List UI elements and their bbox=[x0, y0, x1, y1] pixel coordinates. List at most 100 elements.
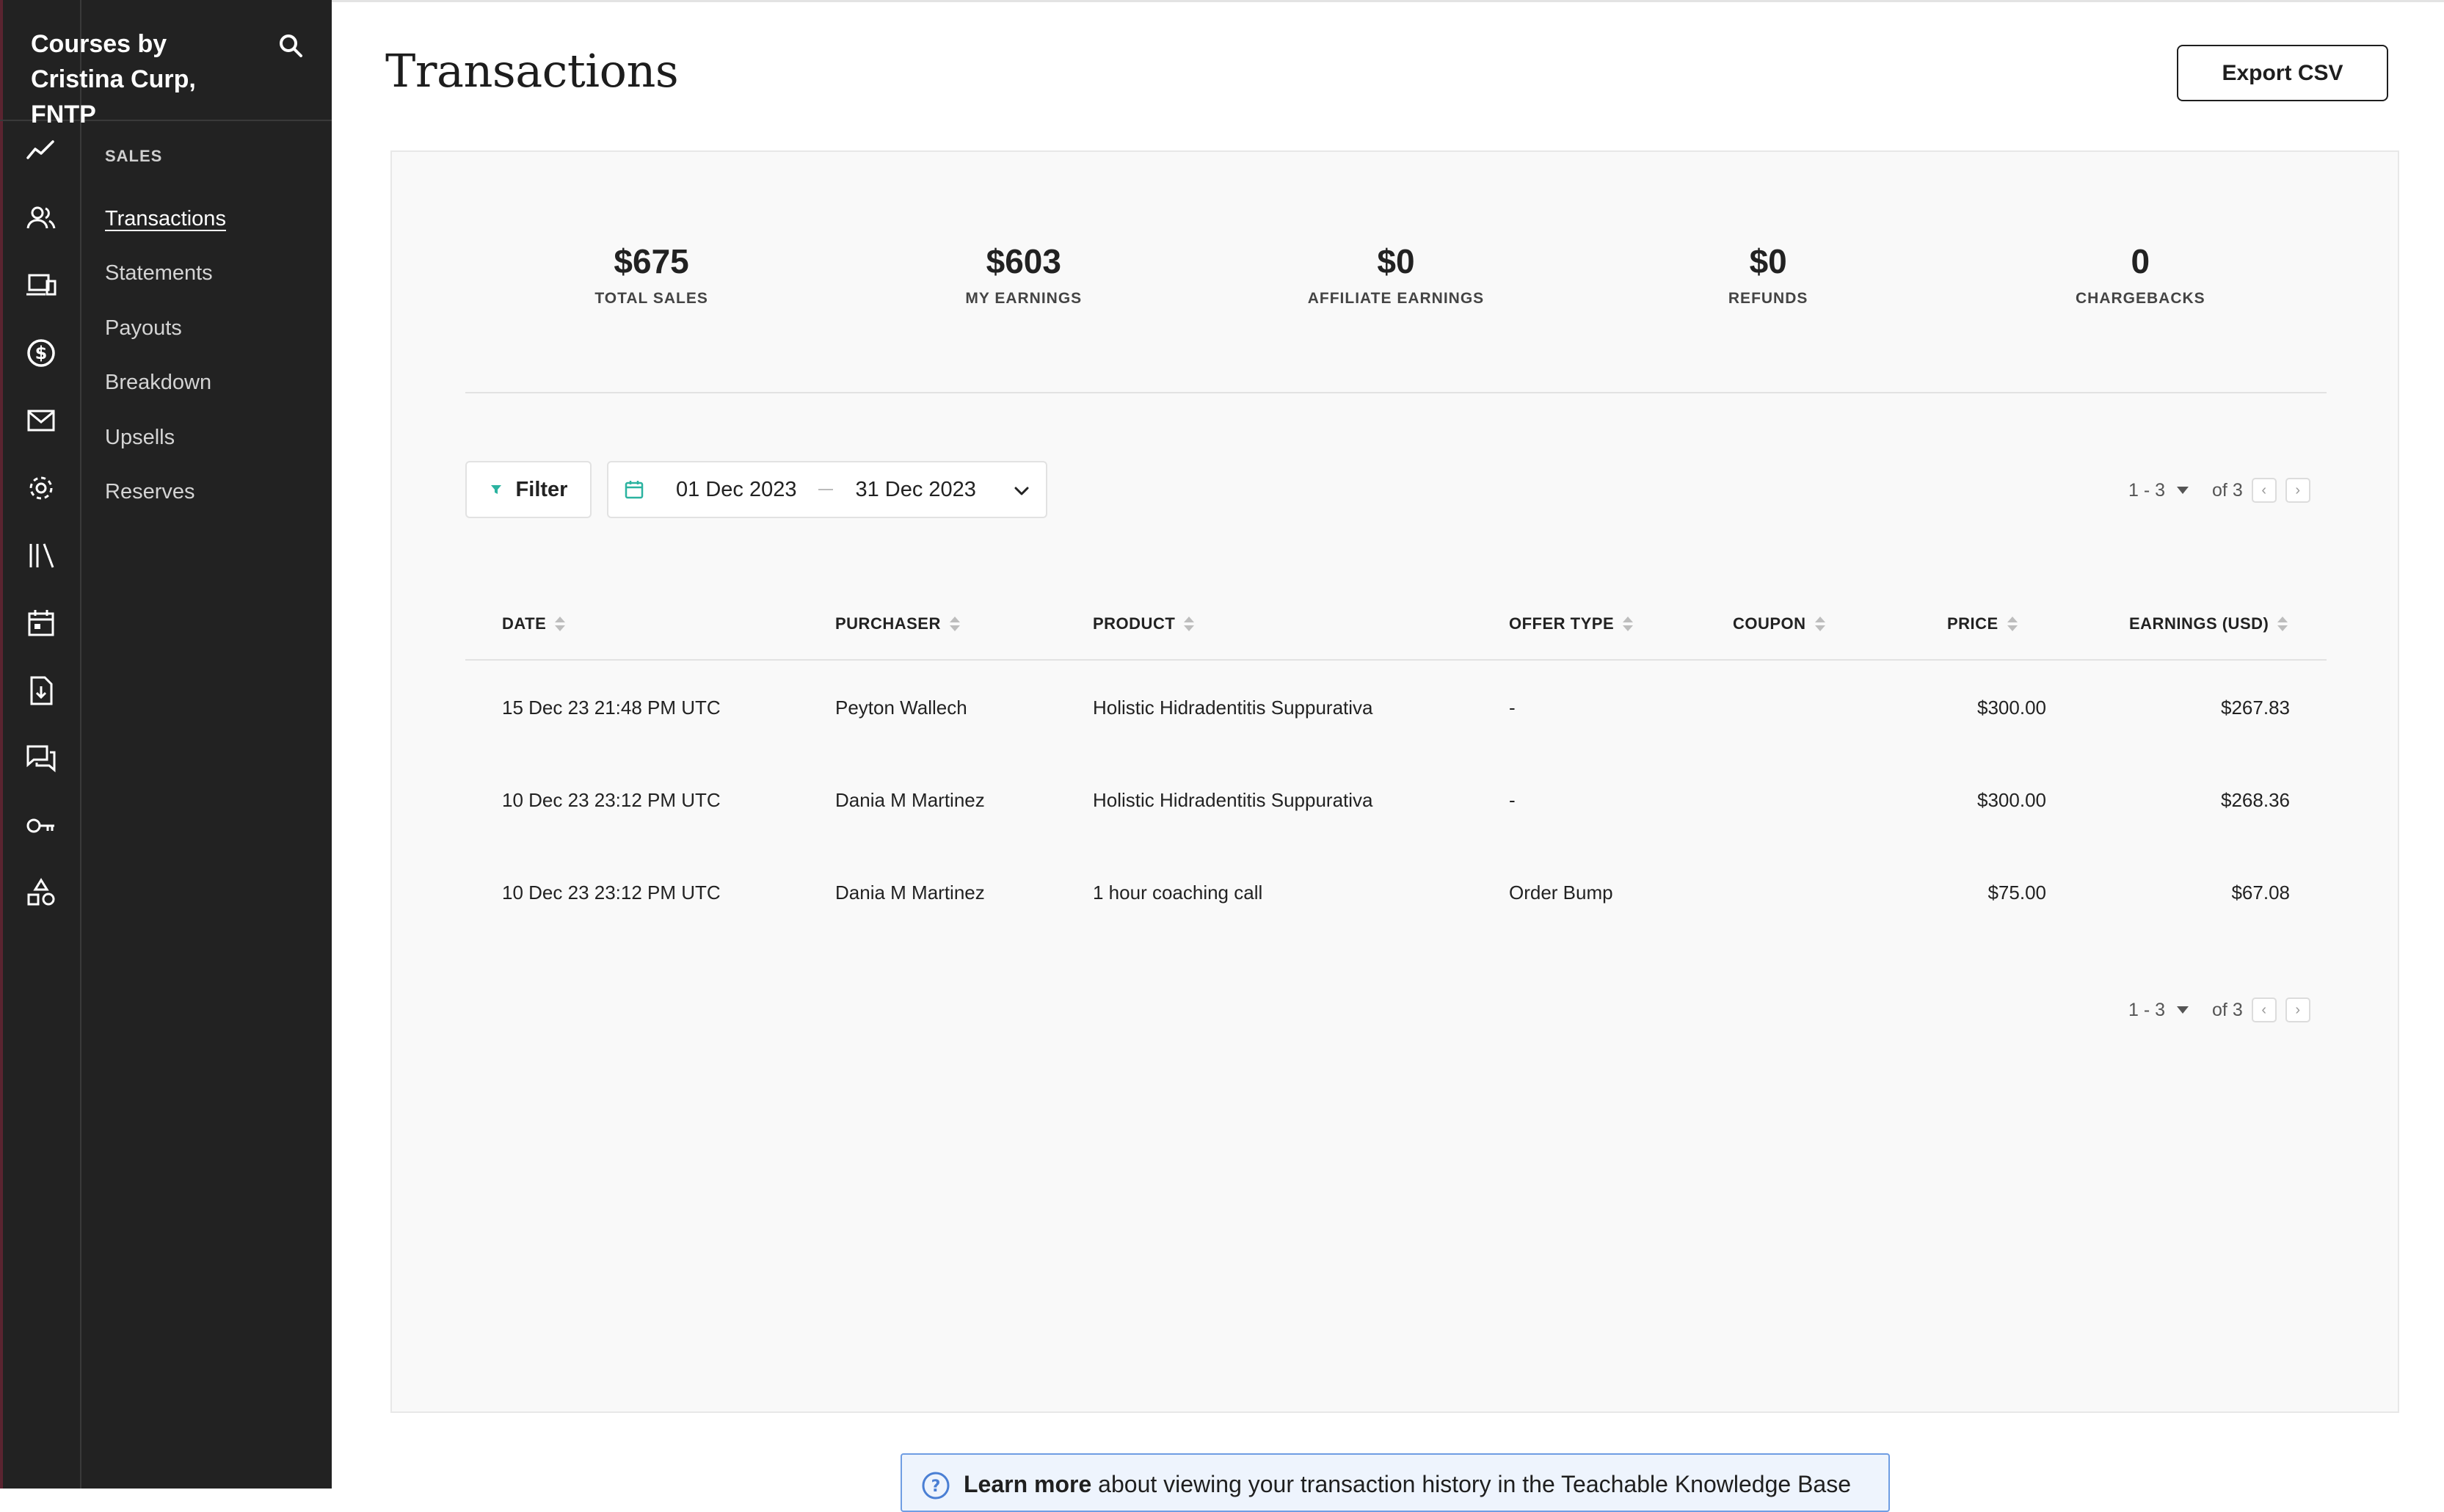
svg-text:$: $ bbox=[35, 343, 48, 363]
page-total: of 3 bbox=[2212, 479, 2243, 501]
mail-icon[interactable] bbox=[23, 402, 59, 439]
gear-icon[interactable] bbox=[23, 470, 59, 506]
section-label-sales: SALES bbox=[105, 147, 163, 165]
cell-earnings: $67.08 bbox=[2231, 881, 2290, 904]
comments-icon[interactable] bbox=[23, 740, 59, 777]
stat-affiliate-earnings: $0 AFFILIATE EARNINGS bbox=[1256, 218, 1535, 343]
date-from[interactable]: 01 Dec 2023 bbox=[676, 478, 796, 502]
prev-page-button[interactable]: ‹ bbox=[2251, 478, 2277, 503]
svg-text:?: ? bbox=[931, 1478, 941, 1496]
export-csv-button[interactable]: Export CSV bbox=[2177, 45, 2388, 101]
date-to[interactable]: 31 Dec 2023 bbox=[855, 478, 975, 502]
column-label: PRODUCT bbox=[1093, 614, 1176, 633]
learn-more-link[interactable]: Learn more bbox=[964, 1471, 1091, 1497]
stat-total-sales: $675 TOTAL SALES bbox=[512, 218, 791, 343]
stats-summary: $675 TOTAL SALES $603 MY EARNINGS $0 AFF… bbox=[465, 218, 2327, 343]
stat-chargebacks: 0 CHARGEBACKS bbox=[2001, 218, 2280, 343]
page-size-select[interactable]: 1 - 3 bbox=[2128, 480, 2189, 501]
table-row[interactable]: 10 Dec 23 23:12 PM UTC Dania M Martinez … bbox=[465, 754, 2327, 846]
column-price[interactable]: PRICE bbox=[1947, 589, 2018, 659]
chevron-left-icon: ‹ bbox=[2261, 1001, 2267, 1018]
calendar-icon bbox=[625, 481, 644, 499]
page-title: Transactions bbox=[385, 44, 679, 98]
help-circle-icon: ? bbox=[922, 1472, 950, 1500]
stat-label: REFUNDS bbox=[1728, 290, 1808, 307]
table-row[interactable]: 10 Dec 23 23:12 PM UTC Dania M Martinez … bbox=[465, 846, 2327, 939]
school-name[interactable]: Courses by Cristina Curp, FNTP bbox=[31, 26, 266, 132]
subnav-item-reserves[interactable]: Reserves bbox=[105, 480, 195, 504]
subnav-item-payouts[interactable]: Payouts bbox=[105, 316, 182, 341]
date-range-picker[interactable]: 01 Dec 2023 31 Dec 2023 bbox=[607, 461, 1047, 518]
column-purchaser[interactable]: PURCHASER bbox=[835, 589, 960, 659]
cell-product: Holistic Hidradentitis Suppurativa bbox=[1093, 696, 1373, 719]
cell-purchaser[interactable]: Dania M Martinez bbox=[835, 754, 985, 846]
page-range: 1 - 3 bbox=[2128, 479, 2166, 501]
prev-page-button[interactable]: ‹ bbox=[2251, 997, 2277, 1022]
column-date[interactable]: DATE bbox=[502, 589, 566, 659]
next-page-button[interactable]: › bbox=[2285, 997, 2310, 1022]
cell-offer-type: - bbox=[1509, 788, 1516, 811]
calendar-icon[interactable] bbox=[23, 605, 59, 641]
users-icon[interactable] bbox=[23, 200, 59, 236]
page-total: of 3 bbox=[2212, 999, 2243, 1020]
filter-icon bbox=[490, 485, 501, 494]
banner-text: Learn more about viewing your transactio… bbox=[964, 1471, 1851, 1498]
cell-price: $300.00 bbox=[1977, 788, 2046, 811]
subnav-item-statements[interactable]: Statements bbox=[105, 261, 213, 286]
column-coupon[interactable]: COUPON bbox=[1733, 589, 1825, 659]
filter-button[interactable]: Filter bbox=[465, 461, 592, 518]
sort-icon bbox=[949, 617, 960, 631]
cell-purchaser[interactable]: Peyton Wallech bbox=[835, 661, 967, 754]
chevron-right-icon: › bbox=[2295, 481, 2301, 498]
pagination-bottom: 1 - 3 of 3 ‹ › bbox=[2128, 995, 2310, 1025]
analytics-icon[interactable] bbox=[23, 132, 59, 169]
filter-label: Filter bbox=[515, 477, 568, 501]
banner-description: about viewing your transaction history i… bbox=[1091, 1471, 1851, 1497]
subnav-item-breakdown[interactable]: Breakdown bbox=[105, 371, 211, 395]
stat-label: CHARGEBACKS bbox=[2076, 290, 2205, 307]
caret-down-icon bbox=[2177, 487, 2189, 494]
cell-date: 10 Dec 23 23:12 PM UTC bbox=[502, 881, 721, 904]
stat-refunds: $0 REFUNDS bbox=[1629, 218, 1907, 343]
devices-icon[interactable] bbox=[23, 267, 59, 304]
shapes-icon[interactable] bbox=[23, 875, 59, 912]
stat-label: AFFILIATE EARNINGS bbox=[1307, 290, 1485, 307]
subnav-item-transactions[interactable]: Transactions bbox=[105, 207, 226, 231]
chevron-down-icon[interactable] bbox=[1011, 480, 1033, 502]
chevron-right-icon: › bbox=[2295, 1001, 2301, 1018]
column-product[interactable]: PRODUCT bbox=[1093, 589, 1195, 659]
cell-product: 1 hour coaching call bbox=[1093, 881, 1263, 904]
chevron-left-icon: ‹ bbox=[2261, 481, 2267, 498]
column-label: DATE bbox=[502, 614, 547, 633]
sort-icon bbox=[1623, 617, 1634, 631]
sort-icon bbox=[2007, 617, 2018, 631]
search-icon[interactable] bbox=[276, 31, 305, 60]
key-icon[interactable] bbox=[23, 807, 59, 844]
pagination-top: 1 - 3 of 3 ‹ › bbox=[2128, 476, 2310, 505]
dollar-icon[interactable]: $ bbox=[23, 335, 59, 371]
stat-value: 0 bbox=[2131, 242, 2150, 280]
brand-header: Courses by Cristina Curp, FNTP bbox=[0, 0, 332, 128]
column-earnings[interactable]: EARNINGS (USD) bbox=[2129, 589, 2288, 659]
next-page-button[interactable]: › bbox=[2285, 478, 2310, 503]
page-size-select[interactable]: 1 - 3 bbox=[2128, 1000, 2189, 1021]
page-range: 1 - 3 bbox=[2128, 999, 2166, 1020]
stats-divider bbox=[465, 392, 2327, 393]
column-label: COUPON bbox=[1733, 614, 1806, 633]
stat-label: MY EARNINGS bbox=[965, 290, 1083, 307]
library-icon[interactable] bbox=[23, 537, 59, 574]
sort-icon bbox=[2277, 617, 2288, 631]
download-doc-icon[interactable] bbox=[23, 672, 59, 709]
top-border bbox=[332, 0, 2444, 2]
cell-purchaser[interactable]: Dania M Martinez bbox=[835, 846, 985, 939]
subnav-item-upsells[interactable]: Upsells bbox=[105, 426, 175, 450]
stat-value: $0 bbox=[1749, 242, 1787, 280]
stat-value: $0 bbox=[1377, 242, 1415, 280]
sort-icon bbox=[555, 617, 566, 631]
column-label: PURCHASER bbox=[835, 614, 941, 633]
table-row[interactable]: 15 Dec 23 21:48 PM UTC Peyton Wallech Ho… bbox=[465, 661, 2327, 754]
knowledge-base-banner[interactable]: ? Learn more about viewing your transact… bbox=[901, 1453, 1890, 1512]
column-offer-type[interactable]: OFFER TYPE bbox=[1509, 589, 1634, 659]
date-separator bbox=[818, 489, 834, 490]
column-label: OFFER TYPE bbox=[1509, 614, 1615, 633]
